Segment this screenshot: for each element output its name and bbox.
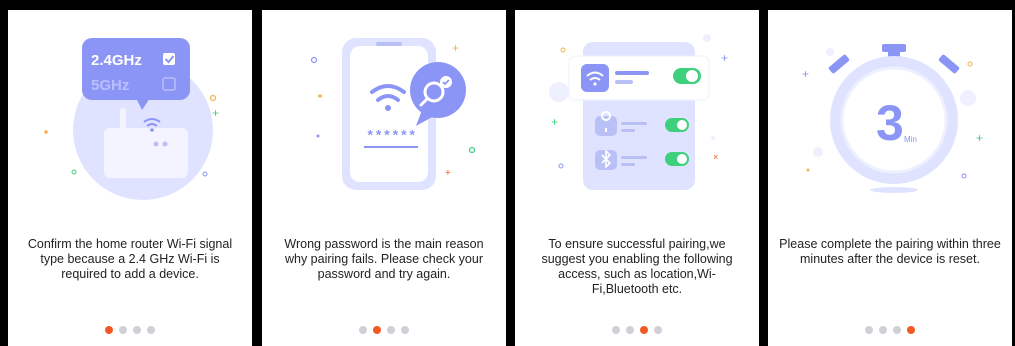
tip-card-wifi-band: 2.4GHz 5GHz + Confirm the home router Wi… [8, 10, 252, 346]
timer-value: 3 [876, 95, 904, 151]
tip-card-timer: 3 Min + + Please complete the pairing wi… [768, 10, 1012, 346]
page-dot [865, 326, 873, 334]
permissions-illustration: + + × [549, 34, 728, 190]
page-dot [612, 326, 620, 334]
page-dot [147, 326, 155, 334]
tip-card-password: ****** + + Wrong password is the main re… [262, 10, 506, 346]
page-dot [359, 326, 367, 334]
router-wifi-illustration: 2.4GHz 5GHz + [44, 38, 219, 200]
svg-text:+: + [551, 115, 558, 129]
timer-unit: Min [904, 135, 917, 144]
tip-caption: Confirm the home router Wi-Fi signal typ… [27, 237, 233, 281]
tip-card-permissions: + + × To ensure successful pairing,we su… [515, 10, 759, 346]
page-indicator [8, 326, 252, 334]
page-dot [133, 326, 141, 334]
svg-text:+: + [445, 168, 451, 179]
svg-text:+: + [802, 67, 809, 81]
page-dot [654, 326, 662, 334]
svg-text:+: + [721, 51, 728, 65]
page-dot [640, 326, 648, 334]
page-dot [626, 326, 634, 334]
page-dot [373, 326, 381, 334]
page-dot [105, 326, 113, 334]
stopwatch-illustration: 3 Min + + [802, 44, 983, 193]
tip-caption: Please complete the pairing within three… [779, 237, 1001, 266]
page-dot [907, 326, 915, 334]
page-indicator [515, 326, 759, 334]
page-dot [401, 326, 409, 334]
svg-text:+: + [976, 131, 983, 145]
tip-caption: To ensure successful pairing,we suggest … [541, 237, 733, 296]
band-label-primary: 2.4GHz [91, 52, 142, 69]
page-dot [879, 326, 887, 334]
svg-text:+: + [212, 106, 219, 120]
page-indicator [262, 326, 506, 334]
page-dot [387, 326, 395, 334]
phone-password-illustration: ****** + + [310, 38, 476, 190]
tip-caption: Wrong password is the main reason why pa… [284, 237, 484, 281]
band-label-secondary: 5GHz [91, 77, 129, 94]
svg-text:+: + [452, 41, 459, 55]
page-dot [119, 326, 127, 334]
svg-text:×: × [713, 152, 718, 162]
page-indicator [768, 326, 1012, 334]
password-mask: ****** [366, 129, 416, 145]
page-dot [893, 326, 901, 334]
